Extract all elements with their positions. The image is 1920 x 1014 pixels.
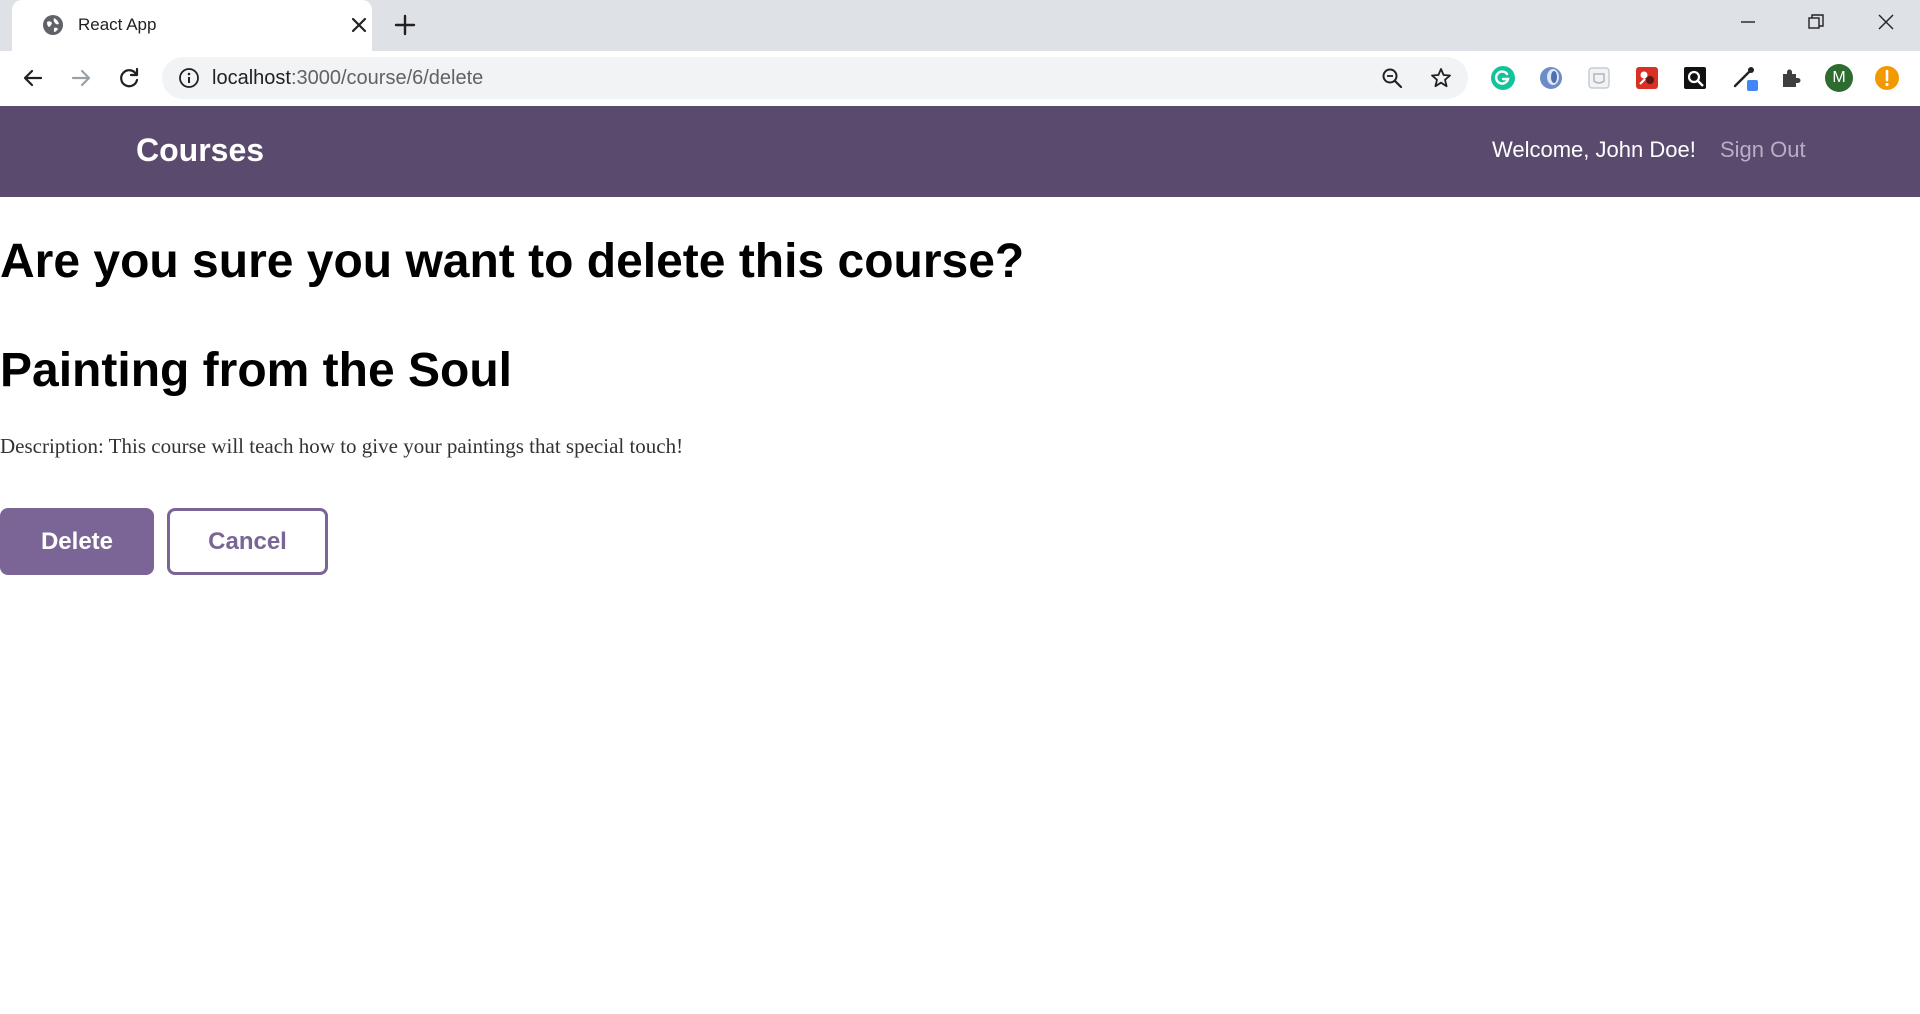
minimize-button[interactable]: [1714, 0, 1782, 44]
info-icon[interactable]: [178, 67, 200, 89]
confirm-heading: Are you sure you want to delete this cou…: [0, 235, 1025, 288]
restore-icon: [1808, 14, 1824, 29]
close-window-icon: [1878, 14, 1894, 30]
cancel-button[interactable]: Cancel: [167, 508, 328, 575]
close-window-button[interactable]: [1852, 0, 1920, 44]
grammarly-icon[interactable]: [1489, 64, 1517, 92]
profile-initial: M: [1832, 69, 1846, 86]
forward-icon[interactable]: [68, 65, 94, 91]
back-icon[interactable]: [20, 65, 46, 91]
tab-title: React App: [78, 15, 157, 34]
course-title: Painting from the Soul: [0, 344, 512, 397]
minimize-icon: [1741, 21, 1755, 23]
reload-icon[interactable]: [116, 65, 142, 91]
zoom-out-icon[interactable]: [1380, 66, 1404, 90]
star-icon[interactable]: [1429, 66, 1453, 90]
puzzle-icon[interactable]: [1777, 64, 1805, 92]
extension-icon[interactable]: [1585, 64, 1613, 92]
app-header: Courses Welcome, John Doe! Sign Out: [0, 106, 1920, 197]
close-icon[interactable]: [348, 14, 370, 36]
plus-icon[interactable]: [392, 12, 418, 38]
profile-avatar[interactable]: M: [1825, 64, 1853, 92]
delete-button[interactable]: Delete: [0, 508, 154, 575]
extension-icon[interactable]: [1537, 64, 1565, 92]
browser-tabstrip: React App: [0, 0, 1920, 51]
sign-out-link[interactable]: Sign Out: [1720, 137, 1806, 163]
address-bar[interactable]: localhost:3000/course/6/delete: [162, 57, 1468, 99]
extension-icon[interactable]: [1681, 64, 1709, 92]
browser-tab[interactable]: React App: [12, 0, 372, 51]
alert-icon[interactable]: [1873, 64, 1901, 92]
globe-icon: [43, 15, 63, 35]
browser-toolbar: localhost:3000/course/6/delete M: [0, 51, 1920, 107]
brand-title[interactable]: Courses: [136, 132, 264, 169]
url-host: localhost: [212, 67, 291, 89]
welcome-text: Welcome, John Doe!: [1492, 137, 1696, 162]
extension-icon[interactable]: [1731, 64, 1759, 92]
extension-icon[interactable]: [1633, 64, 1661, 92]
course-description: Description: This course will teach how …: [0, 434, 684, 458]
restore-button[interactable]: [1782, 0, 1850, 44]
url-text[interactable]: localhost:3000/course/6/delete: [212, 67, 483, 90]
url-path: :3000/course/6/delete: [290, 67, 484, 89]
